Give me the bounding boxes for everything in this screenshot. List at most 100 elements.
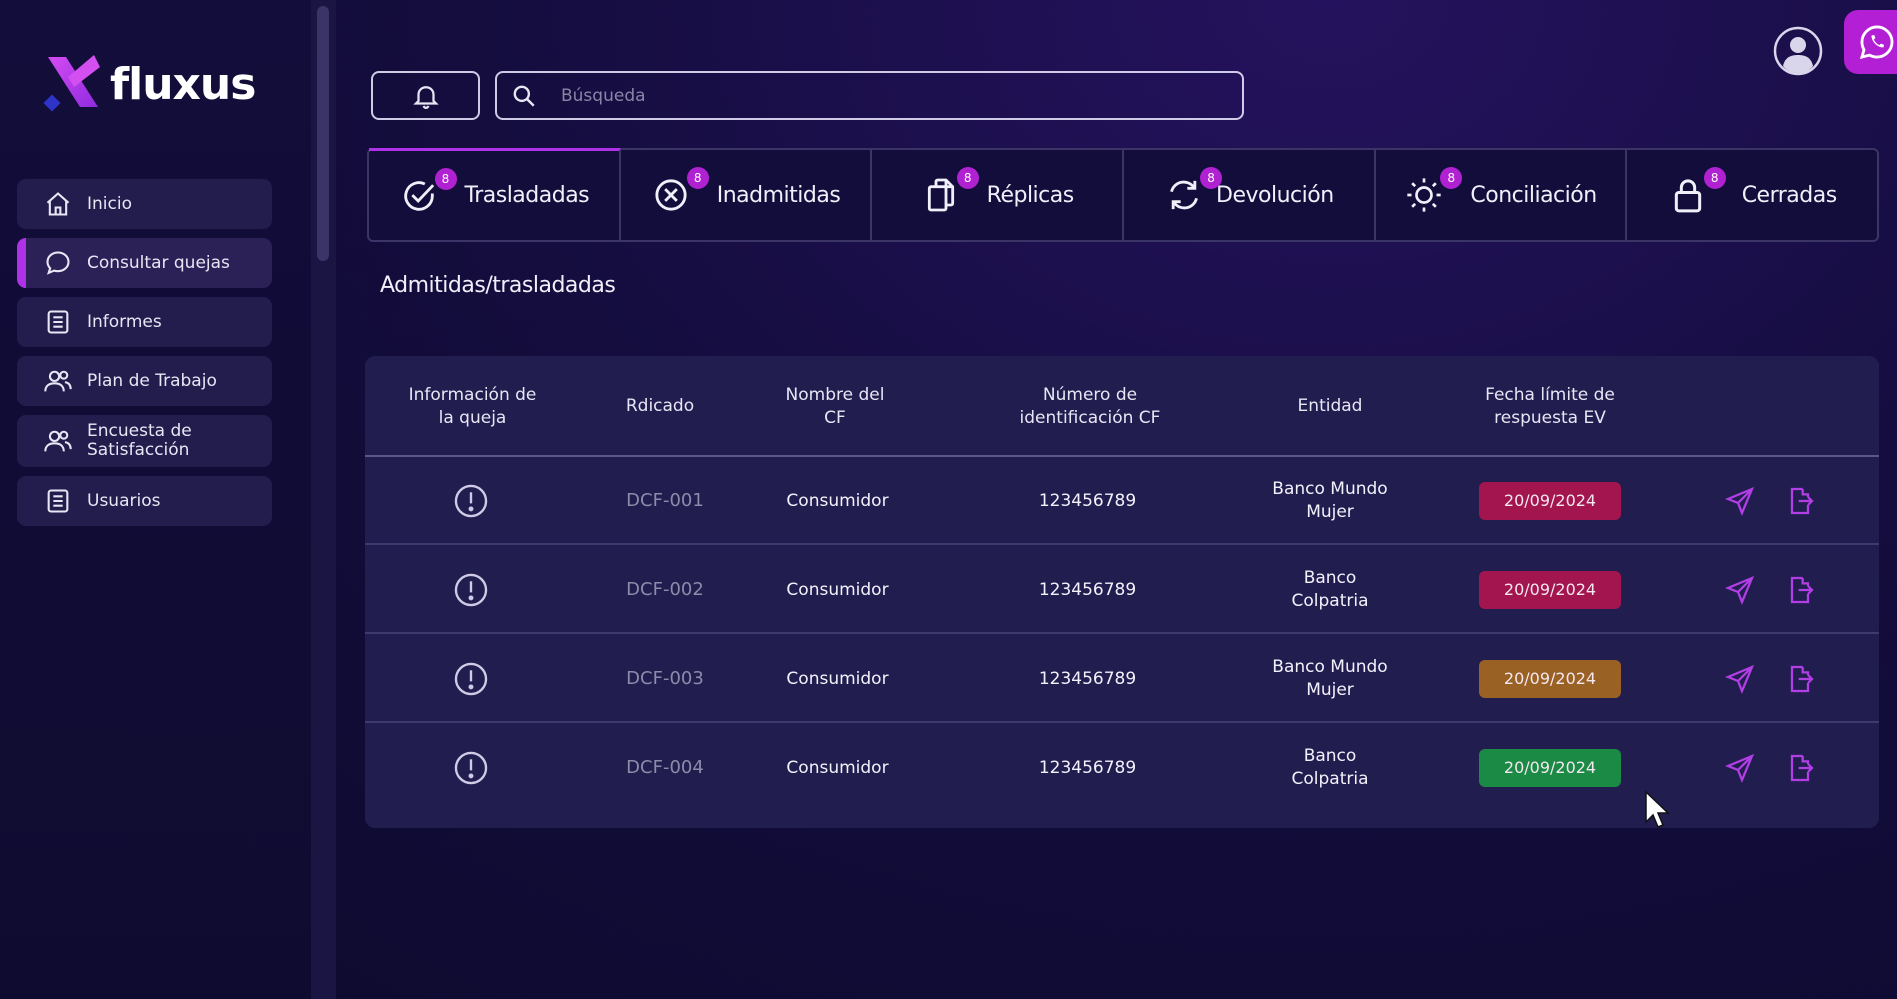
send-button[interactable]: [1715, 457, 1765, 545]
radicado-cell: DCF-004: [626, 756, 704, 778]
user-avatar-icon[interactable]: [1773, 26, 1823, 76]
send-icon: [1722, 661, 1758, 697]
fecha-cell: 20/09/2024: [1465, 635, 1635, 723]
tab-replicas[interactable]: 8 Réplicas: [872, 150, 1125, 240]
nombre-cell: Consumidor: [786, 757, 889, 778]
copy-icon: 8: [921, 167, 979, 215]
lock-icon: 8: [1668, 167, 1726, 215]
sidebar-item-label: Consultar quejas: [87, 252, 230, 273]
file-export-icon: [1782, 750, 1818, 786]
info-button[interactable]: [436, 457, 506, 545]
send-button[interactable]: [1715, 546, 1765, 634]
export-file-button[interactable]: [1775, 724, 1825, 812]
deadline-badge: 20/09/2024: [1479, 660, 1621, 698]
x-circle-icon: 8: [651, 167, 709, 215]
fluxus-logo-icon: [43, 55, 100, 112]
sidebar-item-inicio[interactable]: Inicio: [17, 179, 272, 229]
file-export-icon: [1782, 483, 1818, 519]
tab-count-badge: 8: [1200, 167, 1223, 189]
header-fecha: Fecha límite de respuesta EV: [1485, 385, 1615, 428]
table-row: DCF-001 Consumidor 123456789 Banco Mundo…: [365, 457, 1879, 545]
numero-cell: 123456789: [1038, 668, 1137, 689]
notifications-button[interactable]: [371, 71, 480, 120]
sidebar-scrollbar-thumb[interactable]: [317, 6, 329, 261]
send-icon: [1722, 483, 1758, 519]
entidad-cell: Banco Mundo Mujer: [1272, 657, 1388, 700]
check-circle-icon: 8: [399, 167, 457, 216]
tab-inadmitidas[interactable]: 8 Inadmitidas: [621, 150, 873, 240]
fecha-cell: 20/09/2024: [1465, 457, 1635, 545]
export-file-button[interactable]: [1775, 635, 1825, 723]
document-list-icon: [43, 486, 73, 516]
file-export-icon: [1782, 661, 1818, 697]
table-row: DCF-002 Consumidor 123456789 Banco Colpa…: [365, 546, 1879, 634]
tab-label: Inadmitidas: [716, 182, 841, 208]
mouse-cursor-icon: [1645, 790, 1670, 828]
tab-conciliacion[interactable]: 8 Conciliación: [1376, 150, 1628, 240]
whatsapp-icon: [1859, 25, 1894, 60]
entidad-cell: Banco Colpatria: [1291, 746, 1369, 789]
sidebar-item-usuarios[interactable]: Usuarios: [17, 476, 272, 526]
brand-name: fluxus: [110, 58, 256, 110]
tab-trasladadas[interactable]: 8 Trasladadas: [369, 148, 621, 240]
send-button[interactable]: [1715, 724, 1765, 812]
tab-label: Devolución: [1216, 182, 1334, 208]
tab-label: Cerradas: [1741, 182, 1838, 208]
radicado-cell: DCF-001: [626, 489, 704, 511]
search-icon: [513, 85, 535, 107]
tab-label: Trasladadas: [464, 183, 590, 208]
bell-icon: [412, 85, 439, 109]
radicado-cell: DCF-003: [626, 667, 704, 689]
search-input[interactable]: [561, 85, 1201, 106]
send-icon: [1722, 572, 1758, 608]
sidebar-item-label: Informes: [87, 311, 162, 332]
search-box[interactable]: [495, 71, 1244, 120]
whatsapp-button[interactable]: [1844, 10, 1897, 74]
home-icon: [43, 189, 73, 219]
sidebar-item-plan-de-trabajo[interactable]: Plan de Trabajo: [17, 356, 272, 406]
deadline-badge: 20/09/2024: [1479, 482, 1621, 520]
entidad-cell: Banco Mundo Mujer: [1272, 479, 1388, 522]
sidebar-item-consultar-quejas[interactable]: Consultar quejas: [17, 238, 272, 288]
brand-logo[interactable]: fluxus: [42, 52, 256, 116]
sidebar-item-label: Plan de Trabajo: [87, 370, 217, 391]
send-button[interactable]: [1715, 635, 1765, 723]
tab-count-badge: 8: [434, 167, 457, 190]
export-file-button[interactable]: [1775, 457, 1825, 545]
tab-label: Réplicas: [986, 182, 1075, 208]
tab-label: Conciliación: [1470, 182, 1597, 208]
status-tabs: 8 Trasladadas 8 Inadmitidas 8 Réplicas 8…: [367, 148, 1879, 242]
tab-devolucion[interactable]: 8 Devolución: [1124, 150, 1376, 240]
entidad-cell: Banco Colpatria: [1291, 568, 1369, 611]
section-title: Admitidas/trasladadas: [380, 273, 616, 298]
deadline-badge: 20/09/2024: [1479, 571, 1621, 609]
table-header: Información de la queja Rdicado Nombre d…: [365, 356, 1879, 457]
sidebar-nav: Inicio Consultar quejas Informes Plan de…: [17, 179, 272, 535]
numero-cell: 123456789: [1038, 490, 1137, 511]
header-informacion: Información de la queja: [408, 385, 537, 428]
tab-cerradas[interactable]: 8 Cerradas: [1627, 150, 1877, 240]
sidebar-item-informes[interactable]: Informes: [17, 297, 272, 347]
fecha-cell: 20/09/2024: [1465, 546, 1635, 634]
file-export-icon: [1782, 572, 1818, 608]
info-button[interactable]: [436, 635, 506, 723]
export-file-button[interactable]: [1775, 546, 1825, 634]
tab-count-badge: 8: [1440, 167, 1463, 189]
info-button[interactable]: [436, 724, 506, 812]
nombre-cell: Consumidor: [786, 668, 889, 689]
sidebar-item-label: Inicio: [87, 193, 132, 214]
tab-count-badge: 8: [686, 167, 709, 189]
sidebar-item-encuesta-de-satisfaccion[interactable]: Encuesta de Satisfacción: [17, 415, 272, 467]
nombre-cell: Consumidor: [786, 490, 889, 511]
nombre-cell: Consumidor: [786, 579, 889, 600]
refresh-icon: 8: [1164, 167, 1223, 215]
sidebar-item-label: Encuesta de Satisfacción: [87, 421, 192, 460]
users-icon: [43, 426, 73, 456]
fecha-cell: 20/09/2024: [1465, 724, 1635, 812]
alert-circle-icon: [454, 751, 488, 785]
header-nombre: Nombre del CF: [785, 385, 885, 428]
complaints-table: Información de la queja Rdicado Nombre d…: [365, 356, 1879, 828]
sidebar-item-label: Usuarios: [87, 490, 161, 511]
numero-cell: 123456789: [1038, 757, 1137, 778]
info-button[interactable]: [436, 546, 506, 634]
